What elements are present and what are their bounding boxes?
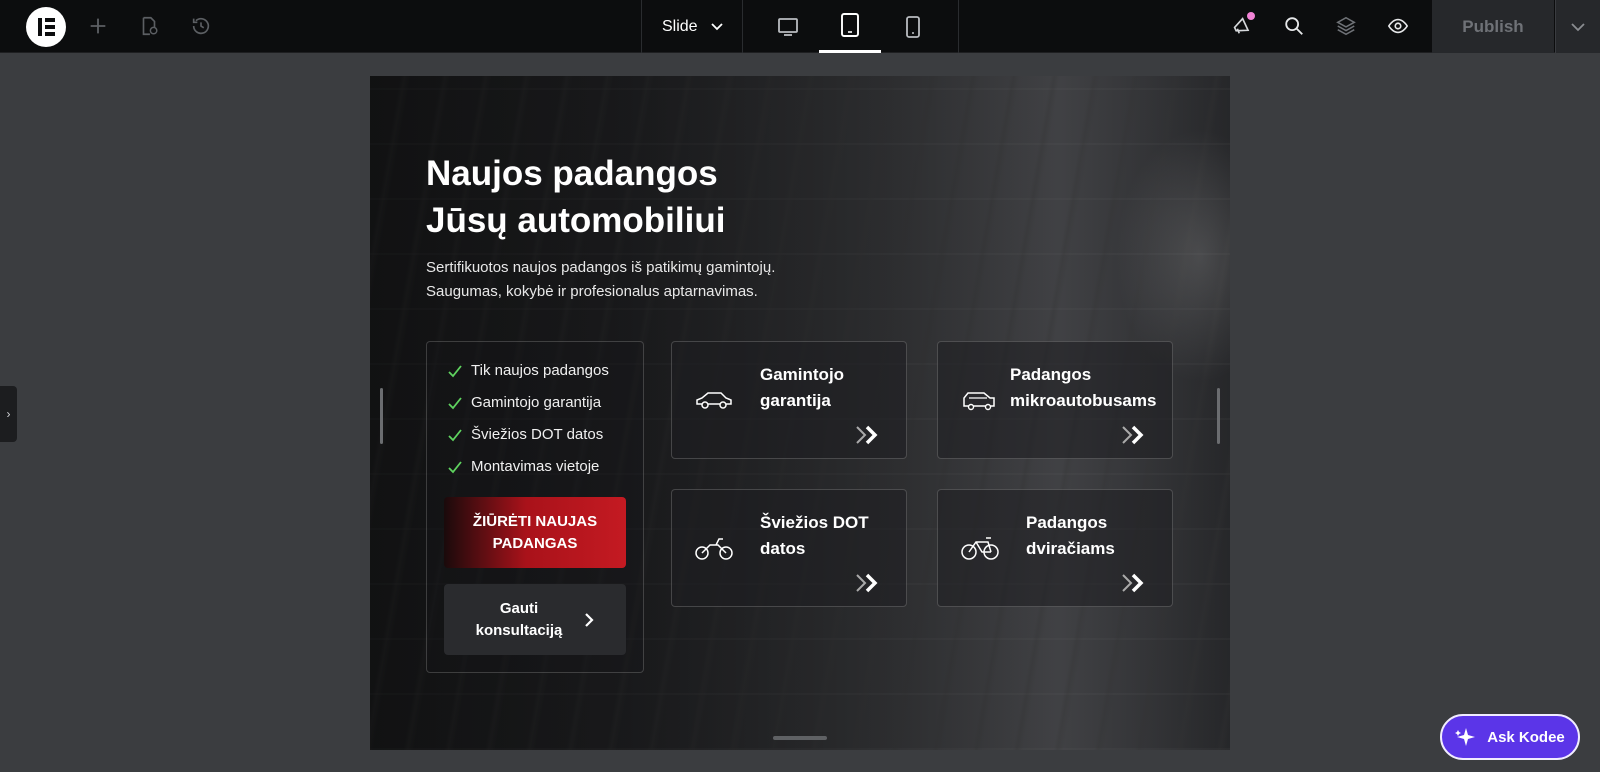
add-icon[interactable] xyxy=(86,14,110,38)
feature-item: Šviežios DOT datos xyxy=(447,426,603,443)
slider-pagination-indicator[interactable] xyxy=(773,736,827,740)
card-title-line2: garantija xyxy=(760,391,831,410)
get-consultation-label-line1: Gauti xyxy=(499,599,539,617)
desktop-icon xyxy=(778,17,798,36)
chevron-right-icon xyxy=(585,612,594,627)
hero-title-line1: Naujos padangos xyxy=(426,154,718,193)
slide-canvas: Naujos padangos Jūsų automobiliui Sertif… xyxy=(370,76,1230,750)
view-new-tires-label-line2: PADANGAS xyxy=(492,534,578,552)
double-chevron-right-icon xyxy=(1122,573,1144,593)
tablet-view-button[interactable] xyxy=(819,0,881,53)
check-icon xyxy=(448,364,462,377)
layers-icon[interactable] xyxy=(1334,14,1358,38)
double-chevron-right-icon xyxy=(1122,425,1144,445)
feature-item-label: Šviežios DOT datos xyxy=(471,426,604,443)
elementor-logo-icon[interactable] xyxy=(26,7,66,47)
card-title-line1: Gamintojo xyxy=(760,365,845,384)
check-icon xyxy=(448,396,462,409)
view-new-tires-button[interactable]: ŽIŪRĖTI NAUJAS PADANGAS xyxy=(444,497,626,568)
mobile-view-button[interactable] xyxy=(882,0,944,53)
feature-box: Tik naujos padangos Gamintojo garantija … xyxy=(426,341,644,673)
car-icon xyxy=(696,392,732,409)
category-card-bicycles[interactable]: Padangos dviračiams xyxy=(937,489,1173,607)
mobile-icon xyxy=(906,15,920,38)
card-title: Padangos mikroautobusams xyxy=(1010,362,1156,414)
hero-title: Naujos padangos Jūsų automobiliui xyxy=(426,150,846,244)
publish-options-button[interactable] xyxy=(1555,0,1600,53)
hero-subtitle-line1: Sertifikuotos naujos padangos iš patikim… xyxy=(426,259,776,276)
hero-title-line2: Jūsų automobiliui xyxy=(426,201,726,240)
ask-kodee-button[interactable]: Ask Kodee xyxy=(1440,714,1580,760)
history-icon[interactable] xyxy=(189,14,213,38)
feature-item-label: Gamintojo garantija xyxy=(471,394,602,411)
tablet-icon xyxy=(841,13,859,37)
chevron-down-icon xyxy=(710,22,723,30)
document-selector-label: Slide xyxy=(662,17,698,35)
feature-item: Gamintojo garantija xyxy=(447,394,601,411)
category-card-dot-dates[interactable]: Šviežios DOT datos xyxy=(671,489,907,607)
feature-item-label: Montavimas vietoje xyxy=(471,458,600,475)
slide-right-handle[interactable] xyxy=(1217,388,1220,444)
motorcycle-icon xyxy=(695,538,733,560)
card-title-line2: dviračiams xyxy=(1026,539,1115,558)
card-title-line1: Padangos xyxy=(1026,513,1108,532)
double-chevron-right-icon xyxy=(856,425,878,445)
bicycle-icon xyxy=(961,537,999,560)
hero-subtitle: Sertifikuotos naujos padangos iš patikim… xyxy=(426,256,846,304)
card-title: Padangos dviračiams xyxy=(1026,510,1115,562)
page-settings-icon[interactable] xyxy=(137,14,161,38)
view-new-tires-label-line1: ŽIŪRĖTI NAUJAS xyxy=(472,512,598,530)
slide-left-handle[interactable] xyxy=(380,388,383,444)
feature-item-label: Tik naujos padangos xyxy=(471,362,609,379)
category-card-vans[interactable]: Padangos mikroautobusams xyxy=(937,341,1173,459)
publish-label: Publish xyxy=(1462,16,1524,36)
editor-topbar: Slide Publish xyxy=(0,0,1600,53)
van-icon xyxy=(963,392,995,411)
card-title-line2: mikroautobusams xyxy=(1010,391,1157,410)
check-icon xyxy=(448,428,462,441)
category-card-warranty[interactable]: Gamintojo garantija xyxy=(671,341,907,459)
panel-toggle-button[interactable]: › xyxy=(0,386,17,442)
card-title-line2: datos xyxy=(760,539,806,558)
hero-subtitle-line2: Saugumas, kokybė ir profesionalus aptarn… xyxy=(426,283,758,300)
feature-item: Tik naujos padangos xyxy=(447,362,609,379)
notification-dot xyxy=(1247,12,1255,20)
double-chevron-right-icon xyxy=(856,573,878,593)
preview-eye-icon[interactable] xyxy=(1386,14,1410,38)
card-title-line1: Šviežios DOT xyxy=(760,513,869,532)
feature-item: Montavimas vietoje xyxy=(447,458,599,475)
get-consultation-label-line2: konsultaciją xyxy=(475,621,563,639)
ask-kodee-label: Ask Kodee xyxy=(1487,728,1565,746)
chevron-right-icon: › xyxy=(6,407,11,421)
desktop-view-button[interactable] xyxy=(757,0,819,53)
publish-button[interactable]: Publish xyxy=(1432,0,1554,53)
search-icon[interactable] xyxy=(1282,14,1306,38)
document-selector[interactable]: Slide xyxy=(642,0,742,53)
sparkle-icon xyxy=(1455,728,1476,746)
get-consultation-button[interactable]: Gauti konsultaciją xyxy=(444,584,626,655)
chevron-down-icon xyxy=(1571,22,1585,31)
check-icon xyxy=(448,460,462,473)
card-title: Šviežios DOT datos xyxy=(760,510,869,562)
card-title-line1: Padangos xyxy=(1010,365,1092,384)
card-title: Gamintojo garantija xyxy=(760,362,844,414)
